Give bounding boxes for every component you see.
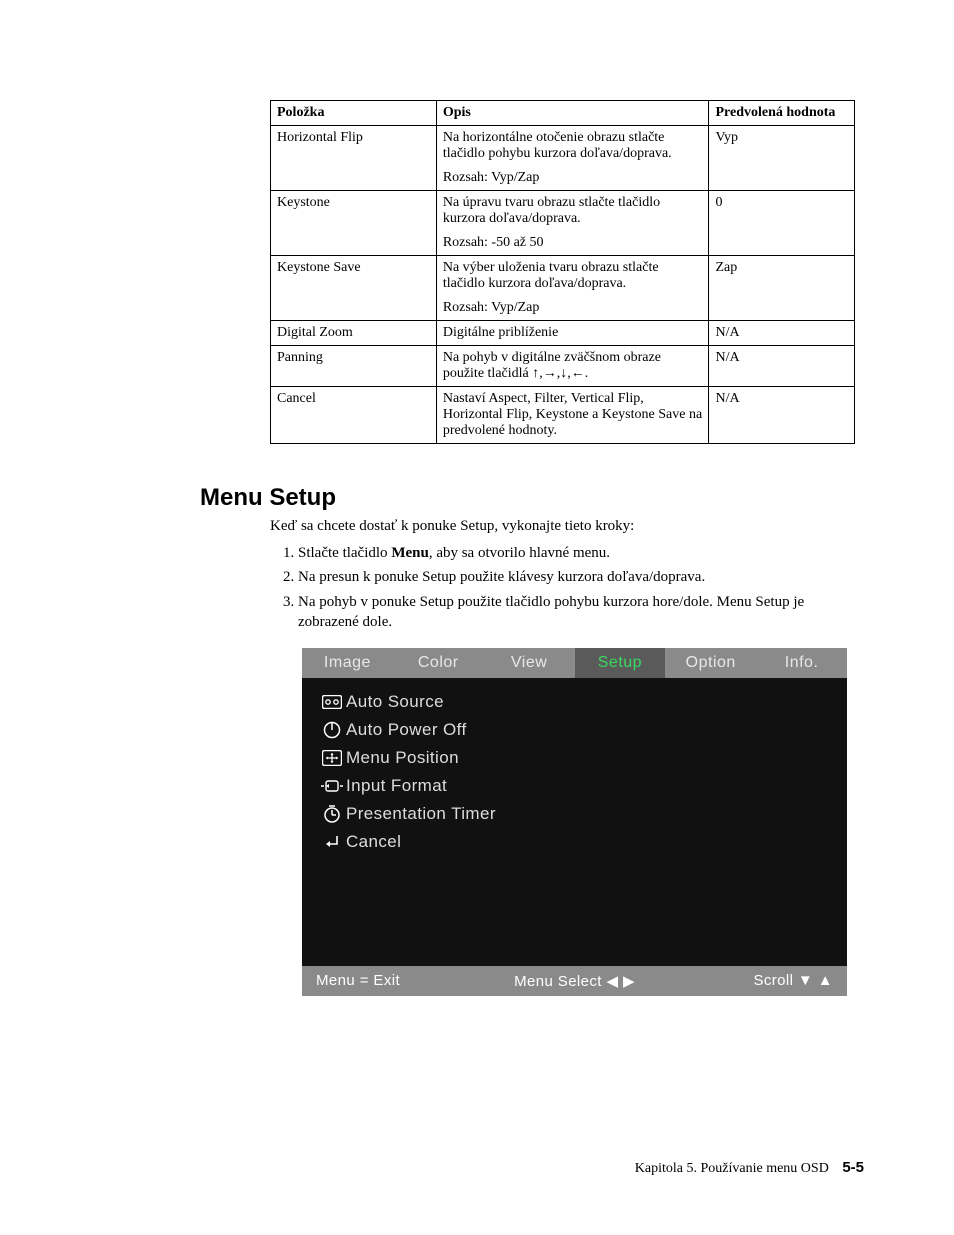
th-opis: Opis [436,101,709,126]
cell-opis: Nastaví Aspect, Filter, Vertical Flip, H… [436,387,709,444]
osd-tab-bar: Image Color View Setup Option Info. [302,648,847,678]
osd-item-menu-position[interactable]: Menu Position [318,744,831,772]
osd-item-label: Auto Power Off [346,720,467,740]
th-pred: Predvolená hodnota [709,101,855,126]
osd-item-label: Input Format [346,776,447,796]
table-row: Cancel Nastaví Aspect, Filter, Vertical … [271,387,855,444]
table-row: Panning Na pohyb v digitálne zväčšnom ob… [271,346,855,387]
osd-tab-image[interactable]: Image [302,648,393,678]
cell-polozka: Panning [271,346,437,387]
cell-opis: Na horizontálne otočenie obrazu stlačte … [436,126,709,191]
auto-source-icon [318,695,346,709]
step-item: Na pohyb v ponuke Setup použite tlačidlo… [298,592,864,633]
osd-item-label: Auto Source [346,692,444,712]
return-icon [318,834,346,850]
cell-opis: Na pohyb v digitálne zväčšnom obraze pou… [436,346,709,387]
cell-pred: Zap [709,256,855,321]
cell-opis: Na výber uloženia tvaru obrazu stlačte t… [436,256,709,321]
cell-polozka: Digital Zoom [271,321,437,346]
osd-item-label: Presentation Timer [346,804,496,824]
presentation-timer-icon [318,805,346,823]
osd-item-cancel[interactable]: Cancel [318,828,831,856]
osd-screenshot: Image Color View Setup Option Info. Auto… [302,648,847,996]
input-format-icon [318,779,346,793]
menu-position-icon [318,750,346,766]
osd-tab-view[interactable]: View [484,648,575,678]
osd-item-presentation-timer[interactable]: Presentation Timer [318,800,831,828]
osd-item-input-format[interactable]: Input Format [318,772,831,800]
table-row: Keystone Save Na výber uloženia tvaru ob… [271,256,855,321]
osd-item-auto-source[interactable]: Auto Source [318,688,831,716]
steps-list: Stlačte tlačidlo Menu, aby sa otvorilo h… [278,543,864,632]
osd-tab-setup[interactable]: Setup [575,648,666,678]
cell-pred: 0 [709,191,855,256]
osd-item-auto-power-off[interactable]: Auto Power Off [318,716,831,744]
section-intro: Keď sa chcete dostať k ponuke Setup, vyk… [270,518,864,535]
footer-page-number: 5-5 [842,1159,864,1176]
power-icon [318,721,346,739]
step-item: Stlačte tlačidlo Menu, aby sa otvorilo h… [298,543,864,563]
th-polozka: Položka [271,101,437,126]
cell-pred: N/A [709,387,855,444]
cell-polozka: Keystone [271,191,437,256]
osd-item-label: Menu Position [346,748,459,768]
cell-pred: N/A [709,321,855,346]
cell-opis: Na úpravu tvaru obrazu stlačte tlačidlo … [436,191,709,256]
cell-polozka: Cancel [271,387,437,444]
table-row: Digital Zoom Digitálne priblíženie N/A [271,321,855,346]
osd-footer: Menu = Exit Menu Select ◀ ▶ Scroll ▼ ▲ [302,966,847,996]
osd-tab-option[interactable]: Option [665,648,756,678]
osd-foot-select: Menu Select ◀ ▶ [488,972,660,990]
table-row: Keystone Na úpravu tvaru obrazu stlačte … [271,191,855,256]
osd-foot-exit: Menu = Exit [316,972,488,990]
page-footer: Kapitola 5. Používanie menu OSD 5-5 [635,1159,864,1177]
osd-spec-table: Položka Opis Predvolená hodnota Horizont… [270,100,855,444]
menu-keyword: Menu [391,545,429,561]
table-row: Horizontal Flip Na horizontálne otočenie… [271,126,855,191]
osd-foot-scroll: Scroll ▼ ▲ [661,972,833,990]
cell-opis: Digitálne priblíženie [436,321,709,346]
osd-tab-info[interactable]: Info. [756,648,847,678]
cell-pred: N/A [709,346,855,387]
osd-tab-color[interactable]: Color [393,648,484,678]
footer-chapter: Kapitola 5. Používanie menu OSD [635,1161,829,1176]
step-item: Na presun k ponuke Setup použite klávesy… [298,567,864,587]
cell-polozka: Horizontal Flip [271,126,437,191]
osd-item-label: Cancel [346,832,401,852]
osd-body: Auto Source Auto Power Off Menu Position… [302,678,847,966]
cell-polozka: Keystone Save [271,256,437,321]
cell-pred: Vyp [709,126,855,191]
section-heading-menu-setup: Menu Setup [200,484,864,512]
